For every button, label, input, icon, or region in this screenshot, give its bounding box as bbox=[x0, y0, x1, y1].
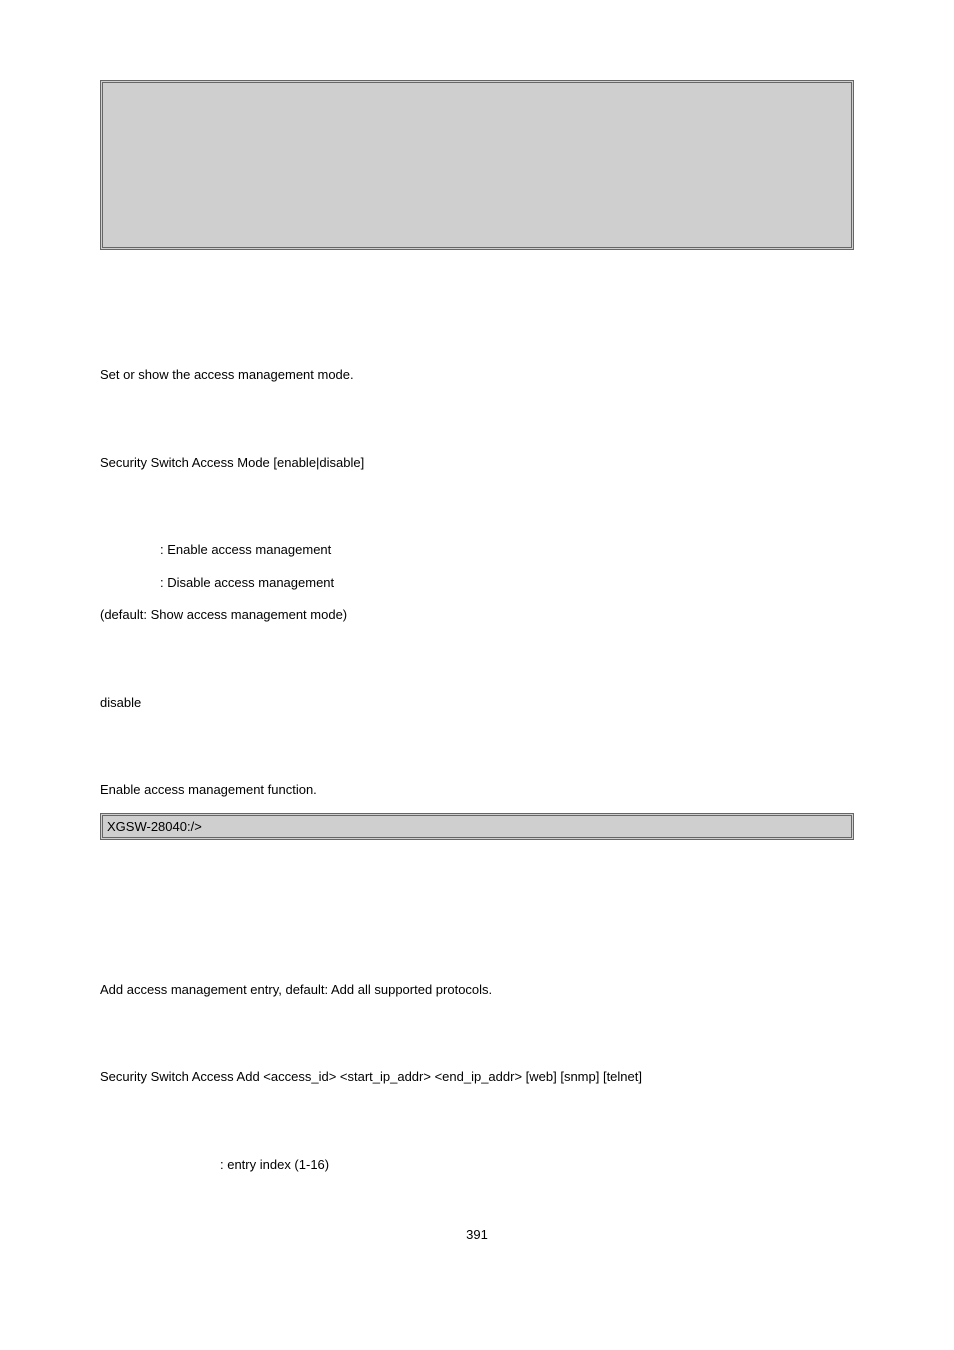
param-disable: : Disable access management bbox=[100, 573, 854, 593]
param-enable: : Enable access management bbox=[100, 540, 854, 560]
page-number: 391 bbox=[100, 1187, 854, 1242]
page-container: Set or show the access management mode. … bbox=[0, 0, 954, 1350]
default-value: disable bbox=[100, 693, 854, 713]
example-prompt: XGSW-28040:/> bbox=[107, 819, 202, 834]
description-text-2: Add access management entry, default: Ad… bbox=[100, 980, 854, 1000]
syntax-text: Security Switch Access Mode [enable|disa… bbox=[100, 453, 854, 473]
param-access-id: : entry index (1-16) bbox=[100, 1155, 854, 1175]
description-text: Set or show the access management mode. bbox=[100, 365, 854, 385]
example-description: Enable access management function. bbox=[100, 780, 854, 800]
code-block-placeholder bbox=[100, 80, 854, 250]
param-default-note: (default: Show access management mode) bbox=[100, 605, 854, 625]
syntax-text-2: Security Switch Access Add <access_id> <… bbox=[100, 1067, 854, 1087]
example-code-block: XGSW-28040:/> bbox=[100, 813, 854, 840]
